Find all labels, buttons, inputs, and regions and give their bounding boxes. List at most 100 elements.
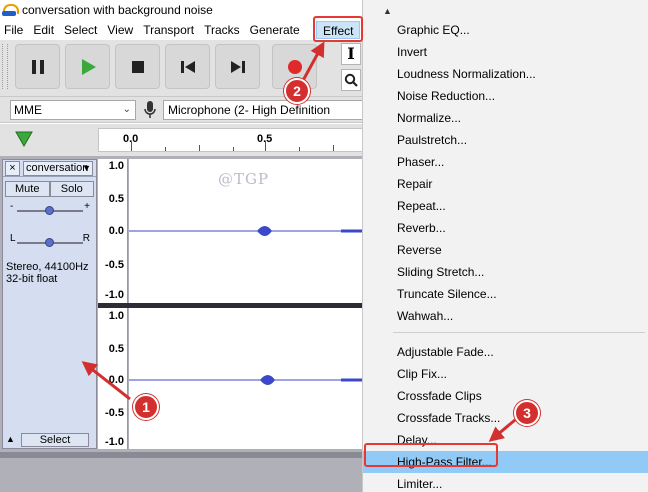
device-toolbar: MME ⌄ Microphone (2- High Definition (0, 97, 368, 123)
menu-item-clip-fix[interactable]: Clip Fix... (363, 363, 648, 385)
menu-generate[interactable]: Generate (245, 20, 305, 40)
effect-menu: ▲ Graphic EQ... Invert Loudness Normalizat… (362, 0, 648, 492)
menu-select[interactable]: Select (59, 20, 102, 40)
menu-item-wahwah[interactable]: Wahwah... (363, 305, 648, 327)
ruler-tick (165, 147, 166, 151)
skip-start-icon (180, 60, 195, 73)
amp-label: -0.5 (105, 407, 124, 419)
amplitude-ruler-left: 1.0 0.5 0.0 -0.5 -1.0 (98, 159, 128, 303)
menu-item-adjustable-fade[interactable]: Adjustable Fade... (363, 341, 648, 363)
amp-label: 0.0 (108, 374, 124, 386)
pan-knob[interactable] (45, 238, 54, 247)
menu-view[interactable]: View (102, 20, 138, 40)
amp-label: 0.0 (108, 225, 124, 237)
play-head-icon[interactable] (15, 130, 33, 148)
track-control-panel[interactable]: × conversation ▼ Mute Solo - + L R Stere… (2, 159, 97, 449)
menu-item-truncate-silence[interactable]: Truncate Silence... (363, 283, 648, 305)
amp-label: 0.5 (108, 343, 124, 355)
chevron-down-icon: ⌄ (122, 104, 131, 115)
play-icon (81, 58, 96, 75)
track-name-menu[interactable]: conversation ▼ (23, 160, 93, 176)
amplitude-ruler-right: 1.0 0.5 0.0 -0.5 -1.0 (98, 308, 128, 449)
menu-edit[interactable]: Edit (28, 20, 59, 40)
gain-min-label: - (10, 201, 14, 212)
menu-item-sliding-stretch[interactable]: Sliding Stretch... (363, 261, 648, 283)
track-info: Stereo, 44100Hz 32-bit float (6, 261, 89, 285)
menu-file[interactable]: File (0, 20, 28, 40)
time-ruler[interactable]: 0.0 0.5 (98, 128, 362, 152)
track-name: conversation (26, 161, 89, 174)
amp-label: 1.0 (108, 160, 124, 172)
mute-button[interactable]: Mute (5, 181, 50, 197)
track-area: × conversation ▼ Mute Solo - + L R Stere… (0, 156, 362, 452)
pan-left-label: L (10, 233, 16, 244)
menu-item-noise-reduction[interactable]: Noise Reduction... (363, 85, 648, 107)
menu-transport[interactable]: Transport (138, 20, 199, 40)
menu-tracks[interactable]: Tracks (199, 20, 245, 40)
menu-item-paulstretch[interactable]: Paulstretch... (363, 129, 648, 151)
pan-slider[interactable]: L R (10, 233, 90, 250)
menu-item-reverse[interactable]: Reverse (363, 239, 648, 261)
audacity-icon (2, 3, 19, 17)
menu-item-crossfade-tracks[interactable]: Crossfade Tracks... (363, 407, 648, 429)
menu-item-graphic-eq[interactable]: Graphic EQ... (363, 19, 648, 41)
track-format-depth: 32-bit float (6, 273, 58, 285)
select-track-button[interactable]: Select (21, 433, 89, 447)
watermark: @TGP (218, 170, 270, 188)
gain-max-label: + (84, 201, 90, 212)
gain-knob[interactable] (45, 206, 54, 215)
zoom-tool-button[interactable] (341, 69, 361, 91)
menu-item-repair[interactable]: Repair (363, 173, 648, 195)
menu-item-loudness-normalization[interactable]: Loudness Normalization... (363, 63, 648, 85)
annotation-1: 1 (133, 394, 159, 420)
waveform-right-channel[interactable] (129, 308, 362, 449)
stop-button[interactable] (115, 44, 160, 89)
annotation-3: 3 (514, 400, 540, 426)
solo-button[interactable]: Solo (49, 181, 94, 197)
pause-button[interactable] (15, 44, 60, 89)
toolbar-grip[interactable] (2, 44, 8, 89)
menu-item-crossfade-clips[interactable]: Crossfade Clips (363, 385, 648, 407)
amp-label: -1.0 (105, 436, 124, 448)
high-pass-highlight-box (364, 443, 498, 467)
title-bar: conversation with background noise (0, 0, 362, 20)
window-title: conversation with background noise (22, 3, 213, 17)
skip-to-end-button[interactable] (215, 44, 260, 89)
ruler-tick (333, 145, 334, 151)
scroll-up-icon[interactable]: ▲ (383, 6, 392, 16)
menu-item-repeat[interactable]: Repeat... (363, 195, 648, 217)
menu-item-reverb[interactable]: Reverb... (363, 217, 648, 239)
amp-label: -1.0 (105, 289, 124, 301)
menu-item-phaser[interactable]: Phaser... (363, 151, 648, 173)
annotation-2: 2 (284, 78, 310, 104)
dropdown-arrow-icon: ▼ (82, 162, 91, 173)
timeline: 0.0 0.5 (0, 124, 362, 156)
amp-label: 1.0 (108, 310, 124, 322)
microphone-icon (144, 101, 156, 118)
pause-icon (31, 59, 44, 74)
menu-separator (393, 332, 645, 333)
close-track-button[interactable]: × (5, 160, 20, 176)
record-icon (287, 59, 302, 74)
ruler-tick (199, 145, 200, 151)
menu-item-limiter[interactable]: Limiter... (363, 473, 648, 492)
collapse-track-icon[interactable]: ▲ (6, 434, 18, 446)
ruler-tick (131, 141, 132, 151)
menu-item-invert[interactable]: Invert (363, 41, 648, 63)
bottom-strip (0, 452, 362, 458)
selection-tool-button[interactable]: I (341, 43, 361, 65)
stop-icon (131, 60, 144, 73)
pan-right-label: R (82, 233, 90, 244)
skip-to-start-button[interactable] (165, 44, 210, 89)
play-button[interactable] (65, 44, 110, 89)
audio-host-select[interactable]: MME ⌄ (10, 100, 136, 120)
recording-device-select[interactable]: Microphone (2- High Definition (163, 100, 368, 120)
magnifier-icon (344, 73, 358, 87)
gain-slider[interactable]: - + (10, 201, 90, 218)
amp-label: -0.5 (105, 259, 124, 271)
track-format-rate: Stereo, 44100Hz (6, 261, 89, 273)
menu-item-normalize[interactable]: Normalize... (363, 107, 648, 129)
track-header: × conversation ▼ (3, 160, 96, 177)
track-area-bottom (0, 452, 362, 492)
amp-label: 0.5 (108, 193, 124, 205)
